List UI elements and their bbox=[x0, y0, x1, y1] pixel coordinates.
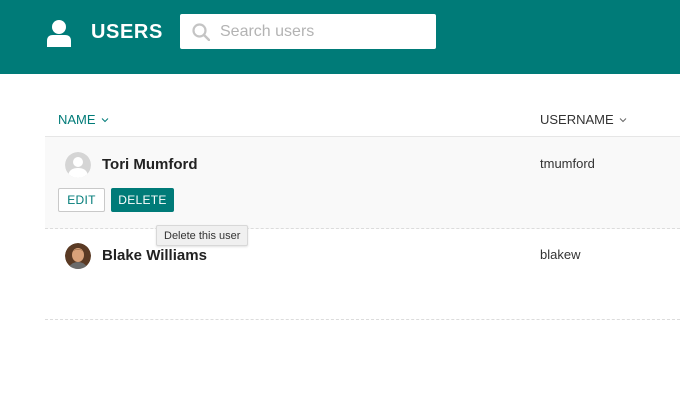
default-avatar-icon bbox=[65, 152, 91, 178]
search-input[interactable] bbox=[220, 14, 430, 49]
user-photo bbox=[65, 243, 91, 269]
user-name[interactable]: Blake Williams bbox=[102, 247, 207, 264]
column-header-name[interactable]: NAME bbox=[58, 112, 109, 127]
table-row[interactable]: Blake Williams blakew bbox=[45, 229, 680, 320]
search-box[interactable] bbox=[180, 14, 436, 49]
chevron-down-icon bbox=[101, 117, 108, 122]
search-icon bbox=[192, 23, 210, 41]
column-header-username[interactable]: USERNAME bbox=[540, 112, 627, 127]
user-name[interactable]: Tori Mumford bbox=[102, 156, 198, 173]
user-username: blakew bbox=[540, 247, 581, 262]
user-icon bbox=[47, 20, 71, 47]
table-row[interactable]: Tori Mumford tmumford EDIT DELETE bbox=[45, 137, 680, 229]
delete-button[interactable]: DELETE bbox=[111, 188, 174, 212]
app-header: USERS bbox=[0, 0, 680, 74]
column-header-name-label: NAME bbox=[58, 112, 96, 127]
column-header-username-label: USERNAME bbox=[540, 112, 614, 127]
chevron-down-icon bbox=[619, 117, 627, 122]
page-title: USERS bbox=[91, 21, 163, 43]
edit-button[interactable]: EDIT bbox=[58, 188, 105, 212]
user-username: tmumford bbox=[540, 156, 595, 171]
delete-tooltip: Delete this user bbox=[156, 225, 249, 246]
